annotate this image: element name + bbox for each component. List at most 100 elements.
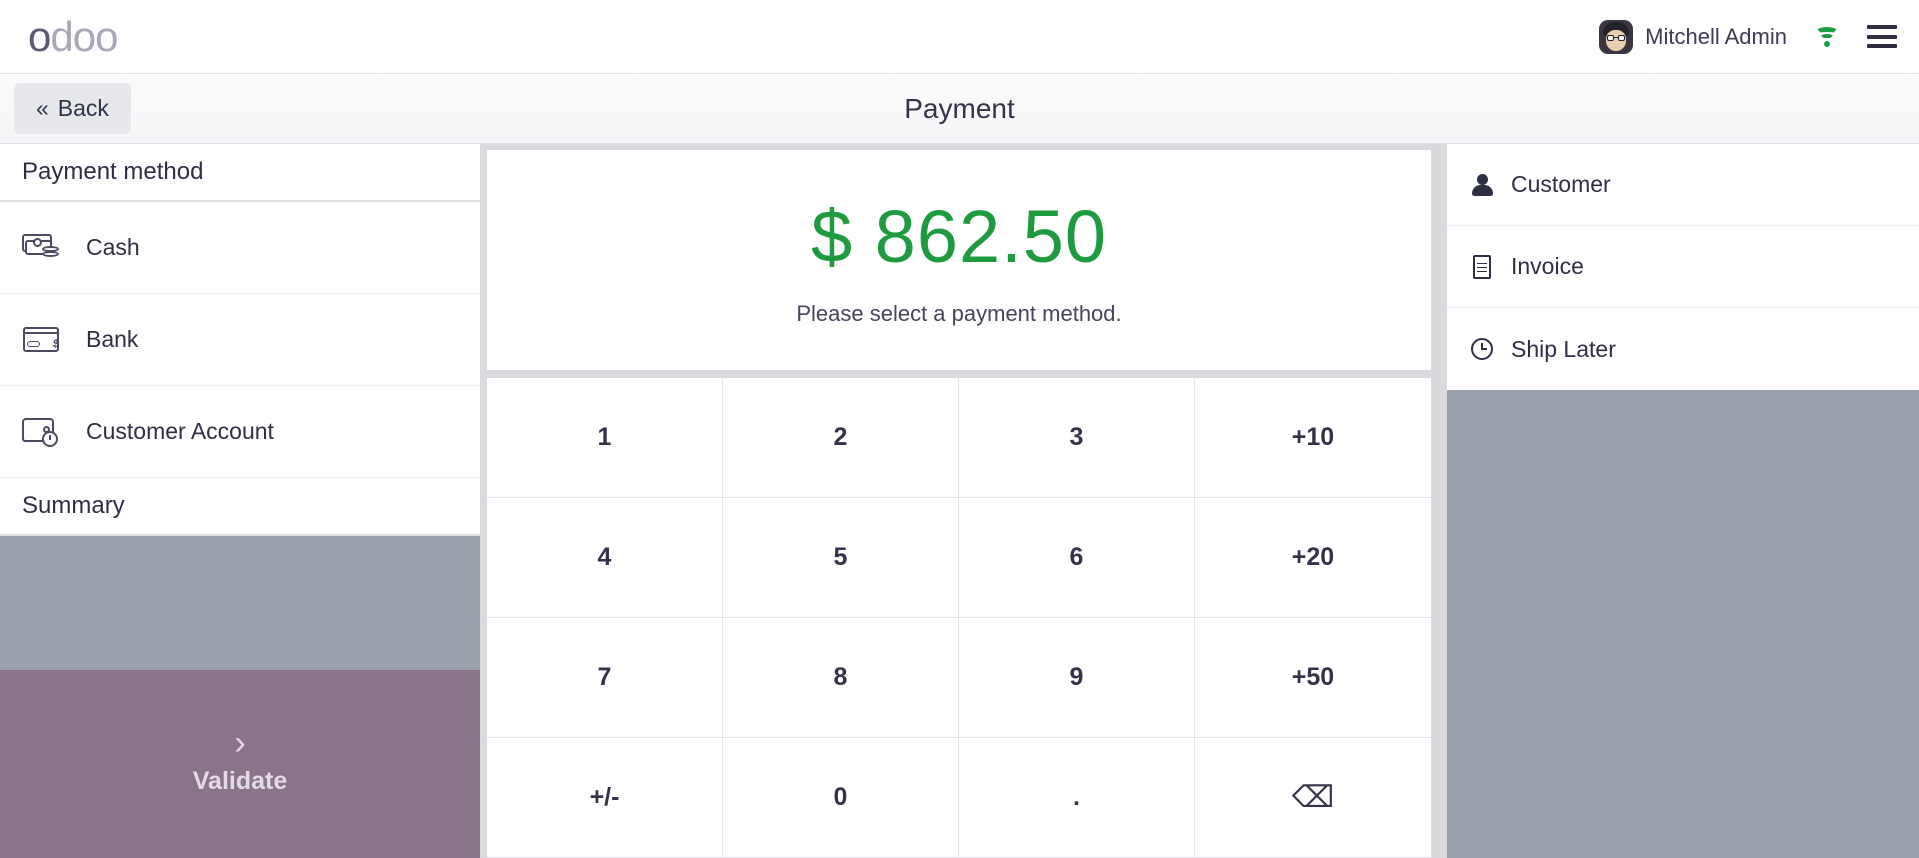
clock-minute-hand — [1481, 348, 1487, 350]
numpad-key-5[interactable]: 5 — [723, 498, 959, 618]
card-chip — [27, 340, 40, 347]
burger-line-2 — [1867, 34, 1897, 39]
wifi-icon[interactable] — [1813, 26, 1841, 48]
payment-method-label: Customer Account — [86, 418, 274, 444]
action-customer[interactable]: Customer — [1447, 144, 1919, 226]
numpad-key-3[interactable]: 3 — [959, 378, 1195, 498]
action-label: Customer — [1511, 171, 1611, 197]
top-navbar: o doo Mitchell Admin — [0, 0, 1919, 74]
numpad-key-label: 9 — [1069, 663, 1084, 691]
numpad-key-decimal[interactable]: . — [959, 738, 1195, 858]
document-line-2 — [1477, 266, 1487, 269]
numpad-key-plus50[interactable]: +50 — [1195, 618, 1431, 738]
payment-hint-text: Please select a payment method. — [796, 300, 1122, 326]
summary-heading: Summary — [0, 478, 480, 536]
clock-icon — [1469, 336, 1495, 362]
odoo-logo[interactable]: o doo — [28, 12, 118, 61]
person-body — [1472, 184, 1493, 196]
numpad-key-label: 2 — [833, 423, 848, 451]
logo-rest: doo — [50, 12, 118, 60]
amount-display-panel: $ 862.50 Please select a payment method. — [487, 150, 1431, 370]
document-line-3 — [1477, 270, 1487, 273]
numpad-key-1[interactable]: 1 — [487, 378, 723, 498]
burger-line-3 — [1867, 44, 1897, 48]
action-ship-later[interactable]: Ship Later — [1447, 308, 1919, 390]
wallet-clock-icon — [22, 415, 64, 449]
numpad-key-plus10[interactable]: +10 — [1195, 378, 1431, 498]
numpad-key-0[interactable]: 0 — [723, 738, 959, 858]
numpad-key-7[interactable]: 7 — [487, 618, 723, 738]
payment-method-label: Bank — [86, 326, 139, 352]
pos-payment-screen: o doo Mitchell Admin « Back Payment Paym… — [0, 0, 1919, 858]
avatar-glasses-bridge — [1614, 36, 1619, 38]
payment-methods-sidebar: Payment method Cash $ Bank Customer Acco… — [0, 144, 480, 858]
numpad-key-2[interactable]: 2 — [723, 378, 959, 498]
person-icon — [1469, 172, 1495, 198]
payment-method-heading: Payment method — [0, 144, 480, 202]
numpad-key-label: 7 — [597, 663, 612, 691]
payment-method-bank[interactable]: $ Bank — [0, 294, 480, 386]
numpad-key-plus20[interactable]: +20 — [1195, 498, 1431, 618]
numpad-key-label: +/- — [589, 783, 620, 811]
numpad-key-label: 5 — [833, 543, 848, 571]
payment-method-customer-account[interactable]: Customer Account — [0, 386, 480, 478]
action-label: Ship Later — [1511, 335, 1616, 362]
summary-content-area — [0, 536, 480, 670]
page-title: Payment — [904, 92, 1015, 124]
hamburger-menu-icon[interactable] — [1867, 25, 1897, 48]
order-actions-sidebar: Customer Invoice Ship Later — [1439, 144, 1919, 858]
payment-method-list: Cash $ Bank Customer Account — [0, 202, 480, 478]
validate-button[interactable]: › Validate — [0, 670, 480, 858]
credit-card-icon: $ — [22, 323, 64, 357]
avatar-glasses-left — [1607, 34, 1615, 41]
user-menu[interactable]: Mitchell Admin — [1599, 19, 1787, 54]
numpad-key-4[interactable]: 4 — [487, 498, 723, 618]
card-dollar-sign: $ — [52, 337, 59, 350]
numpad-key-label: 8 — [833, 663, 848, 691]
numpad-key-label: +20 — [1291, 543, 1335, 571]
wallet-clock-hand — [49, 434, 51, 440]
payment-method-cash[interactable]: Cash — [0, 202, 480, 294]
numpad-key-label: . — [1073, 783, 1080, 811]
numpad-key-8[interactable]: 8 — [723, 618, 959, 738]
numpad: 1 2 3 +10 4 5 6 +20 7 8 9 +50 +/- 0. ⌫ — [487, 378, 1431, 858]
numpad-key-label: +50 — [1291, 663, 1335, 691]
chevron-right-icon: › — [234, 723, 246, 762]
numpad-key-label: +10 — [1291, 423, 1335, 451]
validate-button-label: Validate — [192, 766, 288, 795]
logo-first-letter: o — [28, 12, 51, 60]
wifi-dot — [1824, 40, 1830, 47]
chevron-double-left-icon: « — [36, 95, 49, 121]
document-icon — [1469, 254, 1495, 280]
main-body: Payment method Cash $ Bank Customer Acco… — [0, 144, 1919, 858]
action-invoice[interactable]: Invoice — [1447, 226, 1919, 308]
numpad-key-label: 6 — [1069, 543, 1084, 571]
navbar-right-group: Mitchell Admin — [1599, 19, 1897, 54]
backspace-icon: ⌫ — [1291, 781, 1335, 814]
back-button-label: Back — [57, 95, 109, 121]
back-button[interactable]: « Back — [14, 83, 131, 134]
avatar-glasses-right — [1618, 34, 1626, 41]
cash-coin-bottom — [42, 250, 59, 257]
amount-value: $ 862.50 — [810, 194, 1108, 278]
document-line-1 — [1477, 262, 1487, 265]
username-label: Mitchell Admin — [1645, 23, 1787, 49]
payment-method-label: Cash — [86, 234, 140, 260]
numpad-key-label: 3 — [1069, 423, 1084, 451]
numpad-key-9[interactable]: 9 — [959, 618, 1195, 738]
numpad-key-6[interactable]: 6 — [959, 498, 1195, 618]
cash-icon — [22, 231, 64, 265]
numpad-key-label: 0 — [833, 783, 848, 811]
page-subheader: « Back Payment — [0, 74, 1919, 144]
order-actions-panel: Customer Invoice Ship Later — [1447, 144, 1919, 390]
action-label: Invoice — [1511, 253, 1584, 279]
payment-input-area: $ 862.50 Please select a payment method.… — [480, 144, 1439, 858]
numpad-key-label: 1 — [597, 423, 612, 451]
numpad-key-label: 4 — [597, 543, 612, 571]
burger-line-1 — [1867, 25, 1897, 29]
person-head — [1477, 173, 1488, 185]
numpad-key-sign[interactable]: +/- — [487, 738, 723, 858]
numpad-key-backspace[interactable]: ⌫ — [1195, 738, 1431, 858]
order-summary-area — [1447, 390, 1919, 858]
card-stripe — [25, 331, 57, 334]
